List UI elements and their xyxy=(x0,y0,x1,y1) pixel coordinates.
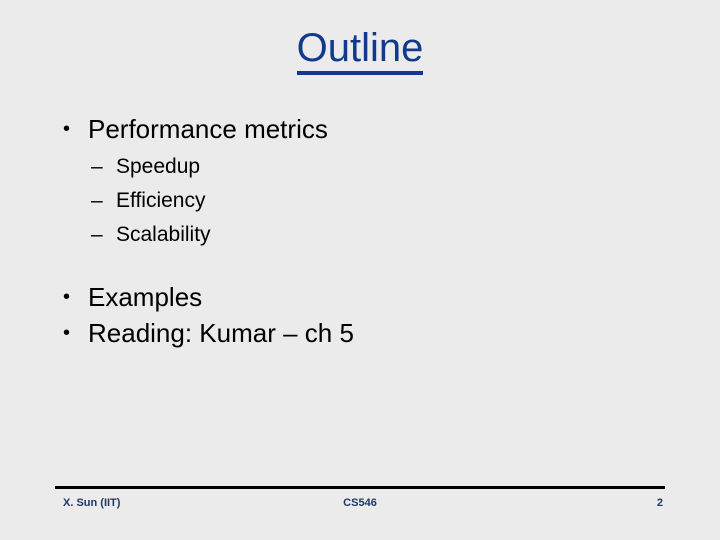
bullet-scalability: – Scalability xyxy=(55,218,675,252)
bullet-label: Efficiency xyxy=(116,189,206,212)
slide: Outline • Performance metrics – Speedup … xyxy=(0,0,720,540)
bullet-marker-icon: • xyxy=(63,322,71,344)
dash-marker-icon: – xyxy=(91,155,103,178)
footer-course: CS546 xyxy=(343,497,377,509)
sub-bullet-group: – Speedup – Efficiency – Scalability xyxy=(55,150,675,252)
page-title-text: Outline xyxy=(296,26,424,75)
bullet-label: Speedup xyxy=(116,155,201,178)
page-title: Outline xyxy=(0,26,720,75)
bullet-label: Performance metrics xyxy=(88,114,328,144)
bullet-label: Scalability xyxy=(116,223,211,246)
bullet-marker-icon: • xyxy=(63,286,71,308)
slide-body: • Performance metrics – Speedup – Effici… xyxy=(55,112,675,352)
dash-marker-icon: – xyxy=(91,223,103,246)
bullet-label: Reading: Kumar – ch 5 xyxy=(88,318,354,348)
footer-divider xyxy=(55,486,665,489)
dash-marker-icon: – xyxy=(91,189,103,212)
bullet-performance-metrics: • Performance metrics xyxy=(55,112,675,146)
bullet-efficiency: – Efficiency xyxy=(55,184,675,218)
bullet-speedup: – Speedup xyxy=(55,150,675,184)
bullet-marker-icon: • xyxy=(63,118,71,140)
footer: X. Sun (IIT) CS546 2 xyxy=(55,494,665,514)
bullet-examples: • Examples xyxy=(55,280,675,314)
bullet-label: Examples xyxy=(88,282,203,312)
bullet-reading: • Reading: Kumar – ch 5 xyxy=(55,316,675,350)
footer-page-number: 2 xyxy=(656,497,663,509)
